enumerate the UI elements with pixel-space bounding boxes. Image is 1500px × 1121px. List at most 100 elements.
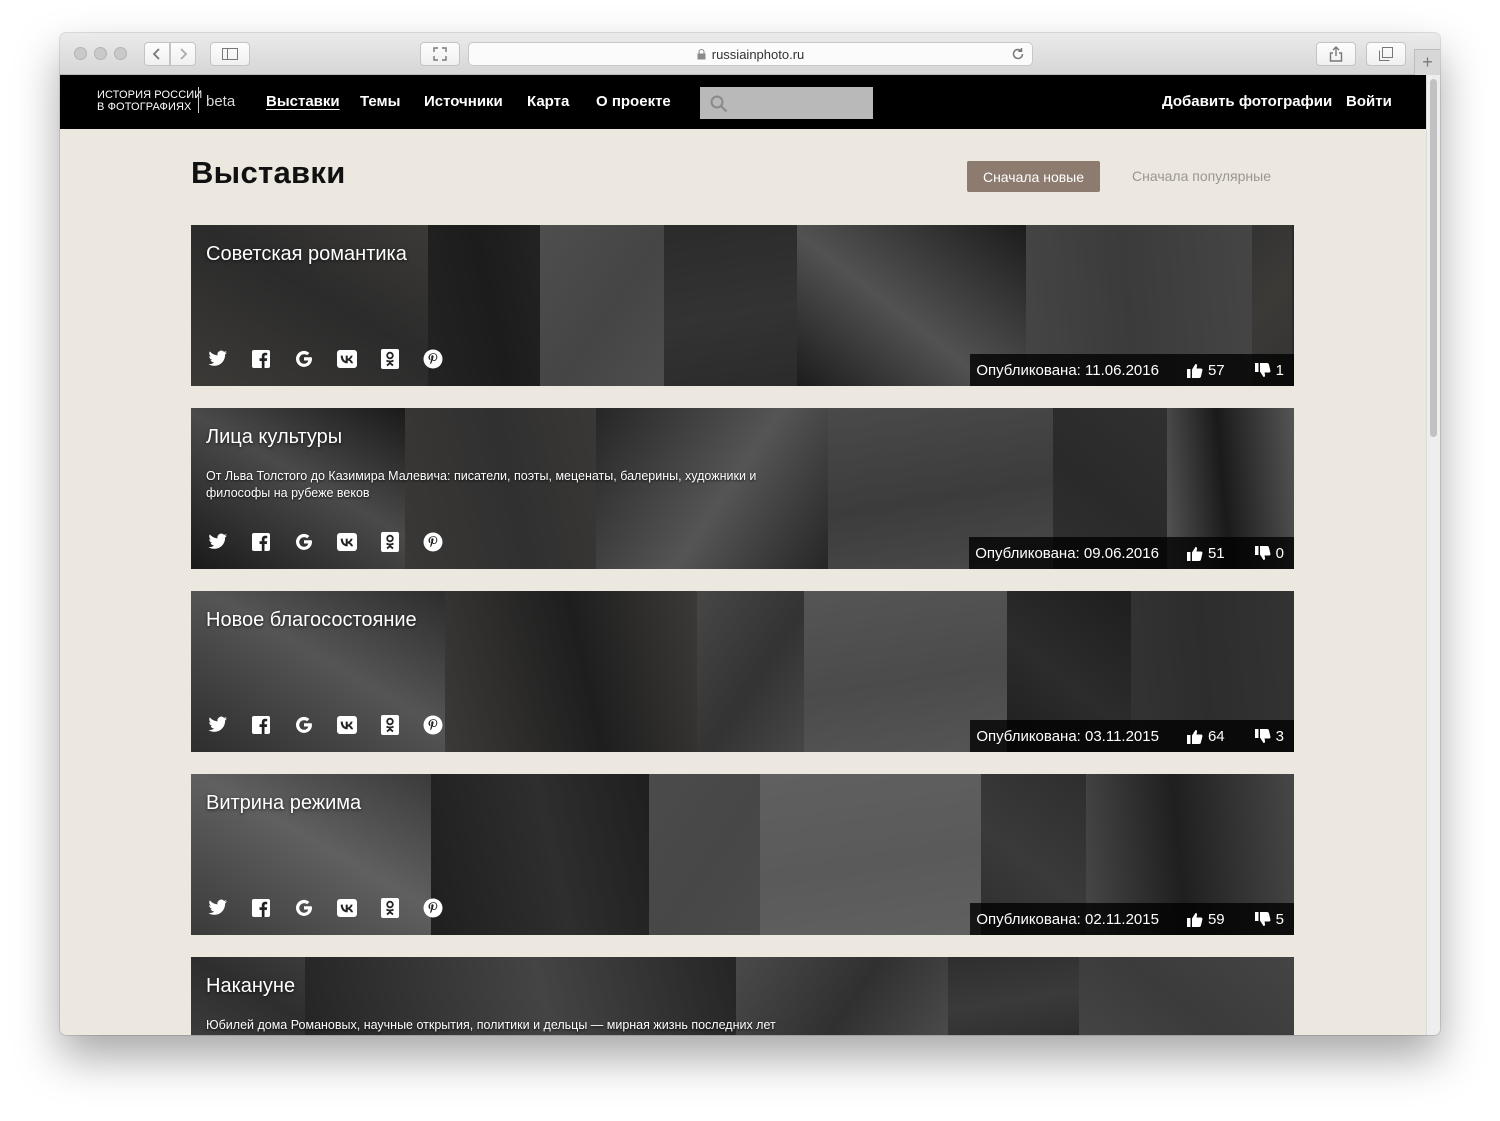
tabs-overview-button[interactable]	[1366, 42, 1406, 66]
plus-icon: +	[1422, 52, 1433, 72]
minimize-window-button[interactable]	[94, 47, 107, 60]
odnoklassniki-icon[interactable]	[380, 898, 400, 918]
thumbs-up-icon	[1186, 729, 1203, 744]
exhibition-title[interactable]: Накануне	[206, 975, 295, 998]
sort-popular-button[interactable]: Сначала популярные	[1132, 168, 1271, 184]
dislike-button[interactable]: 1	[1254, 361, 1284, 379]
twitter-icon[interactable]	[208, 349, 228, 369]
sidebar-icon	[222, 48, 238, 60]
vk-icon[interactable]	[337, 532, 357, 552]
exhibition-photo-tile	[540, 225, 664, 386]
google-icon[interactable]	[294, 715, 314, 735]
site-logo[interactable]: ИСТОРИЯ РОССИИ В ФОТОГРАФИЯХ	[97, 89, 202, 113]
exhibition-stats: Опубликована: 09.06.2016 51 0	[969, 537, 1294, 569]
thumbs-down-icon	[1254, 362, 1271, 377]
google-icon[interactable]	[294, 898, 314, 918]
nav-map[interactable]: Карта	[527, 93, 569, 110]
publish-date: Опубликована: 03.11.2015	[976, 727, 1159, 745]
exhibition-card[interactable]: Накануне Юбилей дома Романовых, научные о…	[191, 957, 1294, 1035]
exhibition-stats: Опубликована: 11.06.2016 57 1	[970, 354, 1294, 386]
pinterest-icon[interactable]	[423, 532, 443, 552]
twitter-icon[interactable]	[208, 715, 228, 735]
odnoklassniki-icon[interactable]	[380, 715, 400, 735]
thumbs-up-icon	[1186, 912, 1203, 927]
dislike-button[interactable]: 0	[1254, 544, 1284, 562]
add-photos-link[interactable]: Добавить фотографии	[1162, 93, 1332, 110]
search-input[interactable]	[700, 87, 873, 119]
scrollbar-thumb[interactable]	[1430, 79, 1437, 437]
exhibition-card[interactable]: Новое благосостояние Опубликована: 03.11.…	[191, 591, 1294, 752]
facebook-icon[interactable]	[251, 898, 271, 918]
nav-sources[interactable]: Источники	[424, 93, 503, 110]
exhibition-photo-tile	[445, 591, 697, 752]
reload-icon[interactable]	[1010, 46, 1026, 62]
publish-date: Опубликована: 02.11.2015	[976, 910, 1159, 928]
thumbs-up-icon	[1186, 363, 1203, 378]
nav-exhibitions[interactable]: Выставки	[266, 93, 340, 110]
login-link[interactable]: Войти	[1346, 93, 1392, 110]
like-button[interactable]: 51	[1186, 544, 1225, 562]
exhibition-title[interactable]: Лица культуры	[206, 426, 342, 449]
page-title: Выставки	[191, 155, 346, 190]
facebook-icon[interactable]	[251, 532, 271, 552]
exhibition-title[interactable]: Витрина режима	[206, 792, 361, 815]
facebook-icon[interactable]	[251, 349, 271, 369]
exhibition-title[interactable]: Новое благосостояние	[206, 609, 417, 632]
forward-button[interactable]	[170, 42, 196, 66]
logo-beta-label: beta	[198, 87, 235, 113]
share-icon	[1329, 46, 1343, 62]
share-button[interactable]	[1316, 42, 1356, 66]
odnoklassniki-icon[interactable]	[380, 532, 400, 552]
like-count: 64	[1207, 727, 1225, 745]
exhibition-title[interactable]: Советская романтика	[206, 243, 407, 266]
pinterest-icon[interactable]	[423, 715, 443, 735]
thumbs-down-icon	[1254, 728, 1271, 743]
zoom-window-button[interactable]	[114, 47, 127, 60]
nav-topics[interactable]: Темы	[360, 93, 400, 110]
like-button[interactable]: 59	[1186, 911, 1225, 928]
sidebar-toggle-button[interactable]	[210, 42, 250, 66]
dislike-count: 3	[1275, 727, 1284, 745]
close-window-button[interactable]	[74, 47, 87, 60]
odnoklassniki-icon[interactable]	[380, 349, 400, 369]
twitter-icon[interactable]	[208, 532, 228, 552]
sort-newest-button[interactable]: Сначала новые	[967, 161, 1100, 192]
logo-line-2: В ФОТОГРАФИЯХ	[97, 101, 192, 113]
like-button[interactable]: 64	[1186, 727, 1225, 745]
dislike-button[interactable]: 5	[1254, 911, 1284, 928]
dislike-button[interactable]: 3	[1254, 727, 1284, 745]
publish-date: Опубликована: 11.06.2016	[976, 361, 1159, 379]
exhibition-card[interactable]: Витрина режима Опубликована: 02.11.2015 59…	[191, 774, 1294, 935]
exhibition-photo-tile	[697, 591, 804, 752]
exhibition-card[interactable]: Советская романтика Опубликована: 11.06.2…	[191, 225, 1294, 386]
share-buttons	[208, 715, 466, 735]
exhibition-photo-tile	[664, 225, 797, 386]
vk-icon[interactable]	[337, 898, 357, 918]
thumbs-up-icon	[1186, 546, 1203, 561]
dislike-count: 0	[1275, 544, 1284, 562]
pinterest-icon[interactable]	[423, 349, 443, 369]
google-icon[interactable]	[294, 532, 314, 552]
chevron-left-icon	[152, 48, 160, 60]
like-count: 51	[1207, 544, 1225, 562]
dislike-count: 1	[1275, 361, 1284, 379]
exhibition-card[interactable]: Лица культуры От Льва Толстого до Казимир…	[191, 408, 1294, 569]
page-scrollbar[interactable]	[1426, 75, 1440, 1035]
expand-icon	[433, 47, 447, 61]
nav-about[interactable]: О проекте	[596, 93, 671, 110]
address-bar-url: russiainphoto.ru	[711, 46, 805, 62]
pinterest-icon[interactable]	[423, 898, 443, 918]
exhibition-description: Юбилей дома Романовых, научные открытия,…	[206, 1018, 776, 1032]
google-icon[interactable]	[294, 349, 314, 369]
lock-icon	[697, 48, 706, 59]
like-button[interactable]: 57	[1186, 362, 1225, 379]
address-bar[interactable]: russiainphoto.ru	[468, 42, 1033, 66]
browser-toolbar: russiainphoto.ru +	[60, 33, 1440, 75]
vk-icon[interactable]	[337, 715, 357, 735]
twitter-icon[interactable]	[208, 898, 228, 918]
reader-fullscreen-button[interactable]	[420, 42, 460, 66]
vk-icon[interactable]	[337, 349, 357, 369]
new-tab-button[interactable]: +	[1414, 49, 1440, 75]
facebook-icon[interactable]	[251, 715, 271, 735]
back-button[interactable]	[144, 42, 170, 66]
